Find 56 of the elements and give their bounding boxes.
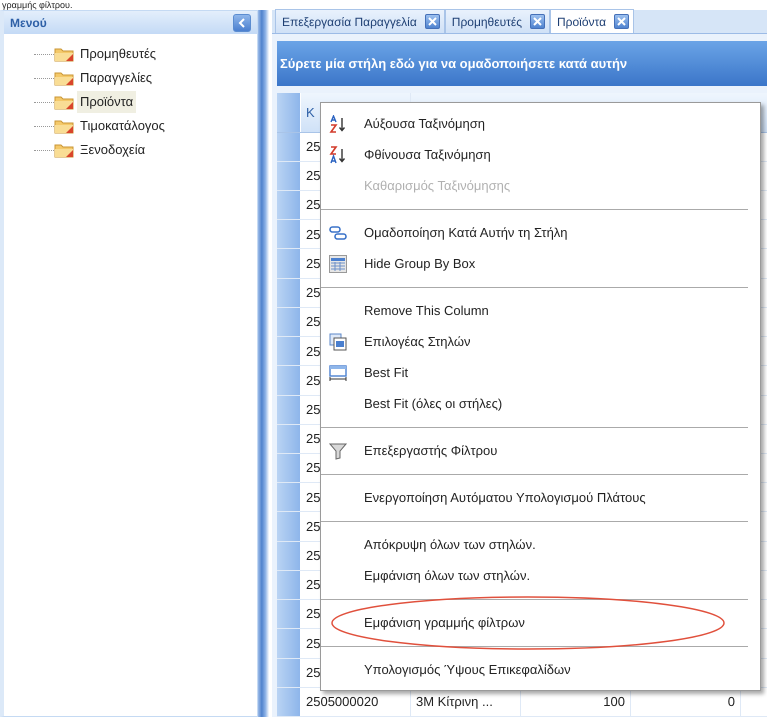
row-indicator[interactable] xyxy=(277,162,301,190)
best-fit-icon xyxy=(329,364,347,382)
tree-item[interactable]: Τιμοκατάλογος xyxy=(77,115,168,137)
row-indicator[interactable] xyxy=(277,396,301,424)
group-by-bar: Σύρετε μία στήλη εδώ για να ομαδοποιήσετε κατά αυτήν xyxy=(277,41,767,86)
filter-icon xyxy=(329,442,347,460)
folder-icon xyxy=(54,46,74,62)
row-indicator[interactable] xyxy=(277,512,301,541)
sort-descending-icon xyxy=(329,146,347,164)
tab[interactable]: Προϊόντα xyxy=(550,9,634,33)
close-icon xyxy=(428,17,437,26)
header-corner xyxy=(277,93,301,132)
folder-icon xyxy=(54,94,74,110)
tree-item[interactable]: Προμηθευτές xyxy=(77,43,160,65)
close-tab-button[interactable] xyxy=(530,14,546,29)
row-indicator[interactable] xyxy=(277,366,301,395)
row-indicator[interactable] xyxy=(277,191,301,220)
sort-ascending-icon xyxy=(329,114,347,132)
row-indicator[interactable] xyxy=(277,629,301,658)
row-indicator[interactable] xyxy=(277,658,301,687)
row-indicator[interactable] xyxy=(277,337,301,366)
tree-item[interactable]: Προϊόντα xyxy=(77,91,136,113)
panel-title: Μενού xyxy=(10,14,47,32)
close-icon xyxy=(533,17,542,26)
folder-icon xyxy=(54,118,74,134)
folder-icon xyxy=(54,70,74,86)
row-indicator[interactable] xyxy=(277,132,301,161)
row-indicator[interactable] xyxy=(277,542,301,570)
row-indicator[interactable] xyxy=(277,688,301,716)
tab-label: Προϊόντα xyxy=(557,14,606,30)
tab[interactable]: Προμηθευτές xyxy=(444,9,550,33)
close-tab-button[interactable] xyxy=(614,14,630,29)
collapse-button[interactable] xyxy=(233,14,251,32)
splitter[interactable] xyxy=(258,10,272,717)
folder-icon xyxy=(54,142,74,158)
chevron-left-icon xyxy=(238,18,246,28)
row-indicator[interactable] xyxy=(277,424,301,454)
table-icon xyxy=(329,254,347,272)
row-indicator[interactable] xyxy=(277,249,301,278)
row-indicator[interactable] xyxy=(277,278,301,307)
tree-item[interactable]: Παραγγελίες xyxy=(77,67,156,89)
tab[interactable]: Επεξεργασία Παραγγελία xyxy=(275,9,445,33)
row-indicator[interactable] xyxy=(277,600,301,628)
close-icon xyxy=(617,17,626,26)
close-tab-button[interactable] xyxy=(424,14,440,29)
tab-label: Προμηθευτές xyxy=(452,14,522,30)
row-indicator[interactable] xyxy=(277,220,301,248)
tab-label: Επεξεργασία Παραγγελία xyxy=(282,14,417,30)
row-indicator[interactable] xyxy=(277,308,301,336)
row-indicator[interactable] xyxy=(277,454,301,482)
group-icon xyxy=(329,224,347,242)
tree-item[interactable]: Ξενοδοχεία xyxy=(77,139,148,161)
column-chooser-icon xyxy=(329,332,347,350)
caption-text: γραμμής φίλτρου. xyxy=(1,0,74,10)
row-indicator[interactable] xyxy=(277,483,301,512)
row-indicator[interactable] xyxy=(277,570,301,600)
